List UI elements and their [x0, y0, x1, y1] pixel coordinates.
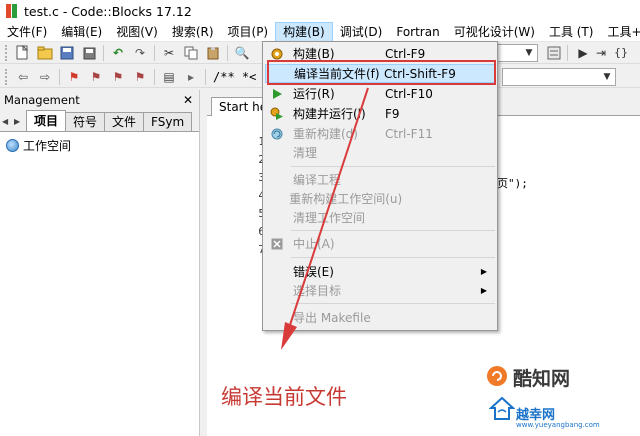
watermark-url: www.yueyangbang.com	[516, 421, 600, 429]
save-icon[interactable]	[59, 45, 75, 61]
title-bar: test.c - Code::Blocks 17.12	[0, 0, 640, 22]
build-menu-dropdown: 构建(B) Ctrl-F9 编译当前文件(f) Ctrl-Shift-F9 运行…	[262, 41, 498, 331]
chevron-down-icon: ▼	[525, 48, 533, 58]
menu-item-build-and-run[interactable]: 构建并运行(l) F9	[265, 104, 495, 123]
tab-symbols[interactable]: 符号	[65, 112, 106, 131]
menu-debug[interactable]: 调试(D)	[333, 22, 390, 42]
menu-item-errors[interactable]: 错误(E) ▶	[265, 262, 495, 281]
find-icon[interactable]: 🔍	[234, 45, 250, 61]
menu-separator	[291, 257, 495, 258]
uncomment-icon[interactable]: ▸	[183, 69, 199, 85]
save-all-icon[interactable]	[81, 45, 97, 61]
menu-item-compile-current-file[interactable]: 编译当前文件(f) Ctrl-Shift-F9	[265, 64, 495, 83]
menu-item-export-makefile[interactable]: 导出 Makefile	[265, 308, 495, 327]
menu-bar: 文件(F) 编辑(E) 视图(V) 搜索(R) 项目(P) 构建(B) 调试(D…	[0, 21, 640, 42]
workspace-globe-icon	[6, 138, 19, 152]
toolbar-separator	[227, 44, 228, 61]
menu-item-run[interactable]: 运行(R) Ctrl-F10	[265, 84, 495, 103]
chevron-down-icon: ▼	[603, 72, 611, 82]
menu-item-clean[interactable]: 清理	[265, 143, 495, 162]
tree-item-workspace[interactable]: 工作空间	[0, 136, 199, 154]
debug-run-icon[interactable]: ▶	[575, 45, 591, 61]
menu-separator	[291, 166, 495, 167]
step-into-icon[interactable]: {}	[613, 45, 629, 61]
menu-item-rebuild[interactable]: 重新构建(d) Ctrl-F11	[265, 124, 495, 143]
menu-item-abort[interactable]: 中止(A)	[265, 234, 495, 253]
toolbar-grip[interactable]	[5, 44, 9, 61]
debug-cursor-icon[interactable]: ⇥	[593, 45, 609, 61]
code-completion-select[interactable]: ▼	[502, 68, 616, 86]
toolbar-separator	[205, 68, 206, 85]
copy-icon[interactable]	[183, 45, 199, 61]
management-tabs: ◀ ▶ 项目 符号 文件 FSym	[0, 110, 199, 132]
redo-icon[interactable]: ↷	[132, 45, 148, 61]
open-folder-icon[interactable]	[37, 45, 53, 61]
menu-project[interactable]: 项目(P)	[221, 22, 276, 42]
brand-logo-icon	[487, 366, 507, 386]
bookmark-toggle-icon[interactable]: ⚑	[66, 69, 82, 85]
tab-fsymbols[interactable]: FSym	[143, 112, 193, 131]
paste-icon[interactable]	[205, 45, 221, 61]
menu-separator	[291, 303, 495, 304]
menu-view[interactable]: 视图(V)	[109, 22, 165, 42]
abort-icon	[265, 234, 289, 253]
menu-fortran[interactable]: Fortran	[389, 22, 446, 42]
run-icon	[265, 84, 289, 103]
forward-arrow-icon[interactable]: ⇨	[37, 69, 53, 85]
undo-icon[interactable]: ↶	[110, 45, 126, 61]
close-icon[interactable]: ✕	[183, 93, 193, 107]
tab-scroll-left-icon[interactable]: ◀	[2, 117, 14, 126]
menu-item-compile-project[interactable]: 编译工程	[265, 170, 495, 189]
toolbar-separator	[154, 44, 155, 61]
bookmark-next-icon[interactable]: ⚑	[110, 69, 126, 85]
tab-projects[interactable]: 项目	[26, 110, 67, 131]
menu-tools-plus[interactable]: 工具+(S)	[600, 22, 640, 42]
menu-edit[interactable]: 编辑(E)	[54, 22, 109, 42]
toolbar-separator	[59, 68, 60, 85]
back-arrow-icon[interactable]: ⇦	[15, 69, 31, 85]
submenu-arrow-icon: ▶	[480, 286, 487, 295]
annotation-caption: 编译当前文件	[221, 385, 347, 409]
toolbar-grip[interactable]	[5, 68, 9, 85]
toolbar-separator	[154, 68, 155, 85]
menu-item-select-target[interactable]: 选择目标 ▶	[265, 281, 495, 300]
comment-icon[interactable]: ▤	[161, 69, 177, 85]
bookmark-prev-icon[interactable]: ⚑	[88, 69, 104, 85]
watermark-brand: 酷知网	[513, 368, 571, 390]
build-run-icon	[265, 104, 289, 123]
tab-scroll-right-icon[interactable]: ▶	[14, 117, 26, 126]
management-title: Management	[4, 93, 80, 107]
menu-tools[interactable]: 工具 (T)	[542, 22, 601, 42]
codeblocks-app-icon	[6, 4, 18, 18]
rebuild-icon	[265, 124, 289, 143]
menu-search[interactable]: 搜索(R)	[165, 22, 221, 42]
toolbar-separator	[103, 44, 104, 61]
menu-visual-design[interactable]: 可视化设计(W)	[447, 22, 542, 42]
gear-icon	[265, 44, 289, 63]
build-settings-icon[interactable]	[546, 45, 562, 61]
code-text[interactable]: 页");	[497, 175, 528, 191]
tree-item-label: 工作空间	[23, 138, 72, 153]
bookmark-clear-icon[interactable]: ⚑	[132, 69, 148, 85]
menu-item-clean-workspace[interactable]: 清理工作空间	[265, 208, 495, 227]
menu-item-build[interactable]: 构建(B) Ctrl-F9	[265, 44, 495, 63]
menu-build[interactable]: 构建(B)	[275, 21, 333, 42]
cut-icon[interactable]: ✂	[161, 45, 177, 61]
submenu-arrow-icon: ▶	[480, 267, 487, 276]
menu-item-rebuild-workspace[interactable]: 重新构建工作空间(u)	[265, 189, 495, 208]
menu-file[interactable]: 文件(F)	[0, 22, 54, 42]
window-title: test.c - Code::Blocks 17.12	[24, 3, 192, 19]
toolbar-separator	[567, 45, 568, 61]
new-file-icon[interactable]	[15, 44, 31, 61]
management-header: Management ✕	[0, 90, 199, 110]
doxygen-comment-text[interactable]: /** *<	[213, 70, 256, 84]
tab-files[interactable]: 文件	[104, 112, 145, 131]
management-panel: Management ✕ ◀ ▶ 项目 符号 文件 FSym 工作空间	[0, 90, 200, 436]
site-house-icon	[489, 396, 515, 420]
menu-separator	[291, 230, 495, 231]
